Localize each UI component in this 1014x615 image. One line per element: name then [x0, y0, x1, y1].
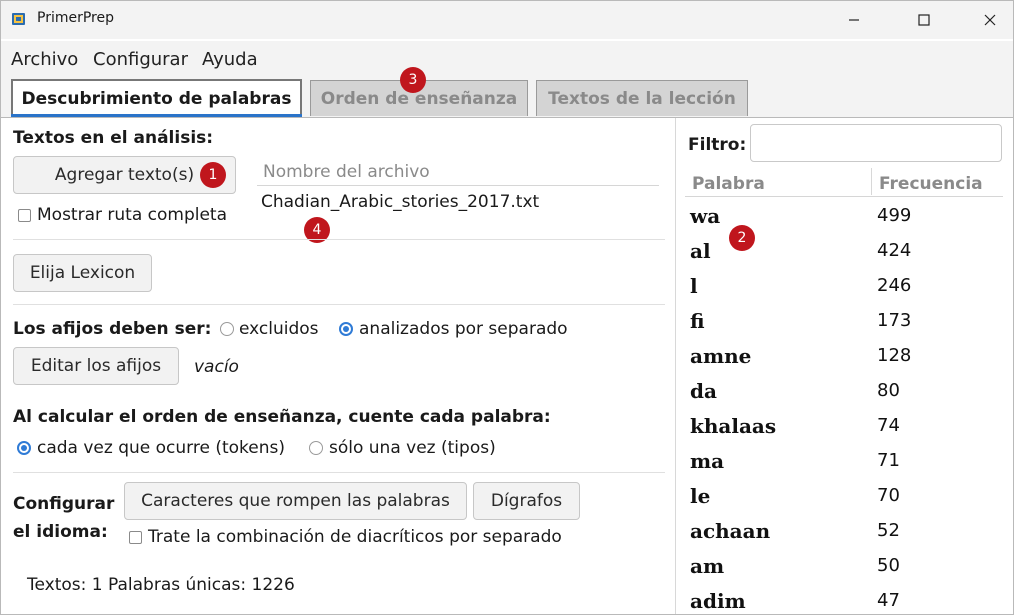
annotation-marker-1: 1 — [200, 162, 226, 188]
menu-archivo[interactable]: Archivo — [11, 49, 78, 70]
word-cell: al — [690, 239, 711, 263]
frequency-cell: 70 — [877, 485, 900, 506]
word-cell: wa — [690, 204, 721, 228]
word-cell: adim — [690, 589, 746, 613]
affixes-status: vacío — [194, 357, 239, 377]
maximize-button[interactable] — [901, 1, 947, 39]
count-types-label: sólo una vez (tipos) — [329, 438, 496, 458]
affixes-label: Los afijos deben ser: — [13, 319, 212, 339]
file-list-item[interactable]: Chadian_Arabic_stories_2017.txt — [261, 192, 539, 212]
frequency-cell: 50 — [877, 555, 900, 576]
word-breaking-button[interactable]: Caracteres que rompen las palabras — [124, 482, 467, 520]
count-types-radio[interactable] — [309, 441, 323, 455]
section-divider — [13, 304, 665, 305]
edit-affixes-button[interactable]: Editar los afijos — [13, 347, 179, 385]
digraphs-button[interactable]: Dígrafos — [473, 482, 580, 520]
title-bar: PrimerPrep — [1, 1, 1013, 39]
app-icon — [12, 13, 25, 25]
menu-ayuda[interactable]: Ayuda — [202, 49, 258, 70]
menu-configurar[interactable]: Configurar — [93, 49, 188, 70]
frequency-cell: 80 — [877, 380, 900, 401]
word-cell: am — [690, 554, 725, 578]
app-window: PrimerPrep Archivo Configurar Ayuda Desc… — [0, 0, 1014, 615]
pane-divider[interactable] — [675, 118, 676, 614]
choose-lexicon-button[interactable]: Elija Lexicon — [13, 254, 152, 292]
file-header-divider — [257, 185, 659, 186]
minimize-button[interactable] — [831, 1, 877, 39]
frequency-cell: 246 — [877, 275, 912, 296]
file-column-header: Nombre del archivo — [263, 162, 430, 182]
show-path-label: Mostrar ruta completa — [37, 205, 228, 225]
config-label-line2: el idioma: — [13, 522, 108, 542]
frequency-cell: 424 — [877, 240, 912, 261]
column-header-word[interactable]: Palabra — [692, 174, 765, 194]
menu-bar: Archivo Configurar Ayuda — [1, 41, 1013, 77]
word-cell: da — [690, 379, 717, 403]
affix-separate-radio[interactable] — [339, 322, 353, 336]
word-cell: khalaas — [690, 414, 777, 438]
frequency-cell: 499 — [877, 205, 912, 226]
frequency-cell: 47 — [877, 590, 900, 611]
texts-heading: Textos en el análisis: — [13, 128, 214, 148]
word-cell: ma — [690, 449, 725, 473]
minimize-icon — [849, 19, 859, 21]
column-separator[interactable] — [871, 168, 872, 195]
status-text: Textos: 1 Palabras únicas: 1226 — [27, 575, 295, 595]
show-path-checkbox[interactable] — [18, 209, 31, 222]
word-cell: le — [690, 484, 711, 508]
diacritics-label: Trate la combinación de diacríticos por … — [148, 527, 562, 547]
config-label-line1: Configurar — [13, 494, 115, 514]
annotation-marker-2: 2 — [729, 225, 755, 251]
table-header-divider — [685, 196, 1003, 197]
section-divider — [13, 239, 665, 240]
section-divider — [13, 472, 665, 473]
tab-strip: Descubrimiento de palabras Orden de ense… — [1, 77, 1013, 117]
close-icon — [984, 14, 996, 26]
word-cell: amne — [690, 344, 752, 368]
affix-excluded-label: excluidos — [239, 319, 319, 339]
maximize-icon — [918, 14, 930, 26]
filter-label: Filtro: — [688, 135, 747, 155]
frequency-cell: 71 — [877, 450, 900, 471]
diacritics-checkbox[interactable] — [129, 531, 142, 544]
frequency-cell: 173 — [877, 310, 912, 331]
count-tokens-label: cada vez que ocurre (tokens) — [37, 438, 286, 458]
count-tokens-radio[interactable] — [17, 441, 31, 455]
frequency-cell: 74 — [877, 415, 900, 436]
word-discovery-panel: Textos en el análisis: Agregar texto(s) … — [1, 117, 1013, 614]
window-title: PrimerPrep — [37, 10, 114, 26]
tab-word-discovery[interactable]: Descubrimiento de palabras — [11, 79, 302, 117]
affix-separate-label: analizados por separado — [359, 319, 568, 339]
close-button[interactable] — [967, 1, 1013, 39]
affix-excluded-radio[interactable] — [220, 322, 234, 336]
filter-input[interactable] — [750, 124, 1002, 162]
frequency-cell: 128 — [877, 345, 912, 366]
annotation-marker-3: 3 — [400, 67, 426, 93]
column-header-frequency[interactable]: Frecuencia — [879, 174, 983, 194]
frequency-cell: 52 — [877, 520, 900, 541]
count-heading: Al calcular el orden de enseñanza, cuent… — [13, 407, 551, 427]
word-cell: fi — [690, 309, 705, 333]
word-cell: achaan — [690, 519, 771, 543]
tab-lesson-texts[interactable]: Textos de la lección — [536, 80, 748, 116]
word-cell: l — [690, 274, 698, 298]
